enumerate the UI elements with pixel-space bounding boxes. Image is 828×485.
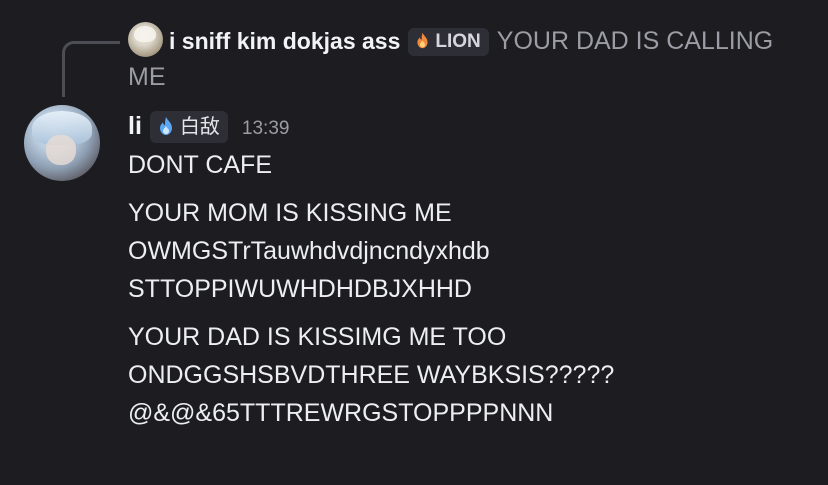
reply-preview[interactable]: i sniff kim dokjas ass LION YOUR DAD IS CA… xyxy=(128,22,808,95)
reply-author-tag[interactable]: LION xyxy=(408,28,489,56)
author-tag[interactable]: 白敌 xyxy=(149,111,228,143)
chat-view: i sniff kim dokjas ass LION YOUR DAD IS CA… xyxy=(0,0,828,485)
message-line[interactable]: ONDGGSHSBVDTHREE WAYBKSIS????? xyxy=(128,356,818,394)
message-line[interactable]: OWMGSTrTauwhdvdjncndyxhdb xyxy=(128,232,818,270)
flame-icon xyxy=(417,32,428,49)
blue-flame-icon xyxy=(159,117,172,135)
message-line[interactable]: @&@&65TTTREWRGSTOPPPPNNN xyxy=(128,394,818,432)
message-line[interactable]: YOUR DAD IS KISSIMG ME TOO xyxy=(128,318,818,356)
author-tag-label: 白敌 xyxy=(179,116,220,138)
message-group: DONT CAFE YOUR MOM IS KISSING ME OWMGSTr… xyxy=(128,146,818,432)
avatar[interactable] xyxy=(24,105,100,181)
message-line[interactable]: YOUR MOM IS KISSING ME xyxy=(128,194,818,232)
reply-avatar[interactable] xyxy=(128,22,163,57)
message-header: li 白敌 13:39 xyxy=(128,108,289,144)
timestamp[interactable]: 13:39 xyxy=(242,118,290,139)
reply-tag-label: LION xyxy=(435,31,481,52)
author-name[interactable]: li xyxy=(128,112,142,140)
message-line[interactable]: DONT CAFE xyxy=(128,146,818,184)
reply-connector xyxy=(62,41,120,97)
message-line[interactable]: STTOPPIWUWHDHDBJXHHD xyxy=(128,270,818,308)
reply-author-name[interactable]: i sniff kim dokjas ass xyxy=(169,28,400,54)
